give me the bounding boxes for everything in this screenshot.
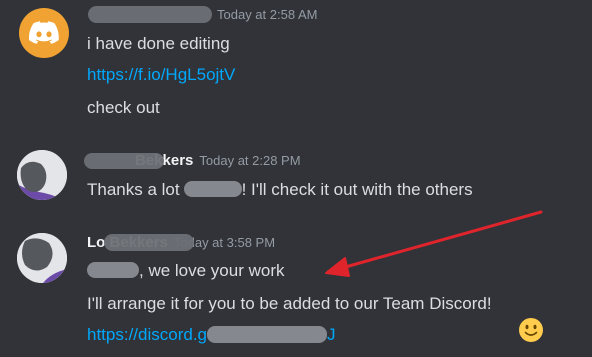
red-arrow-icon [325,210,543,277]
